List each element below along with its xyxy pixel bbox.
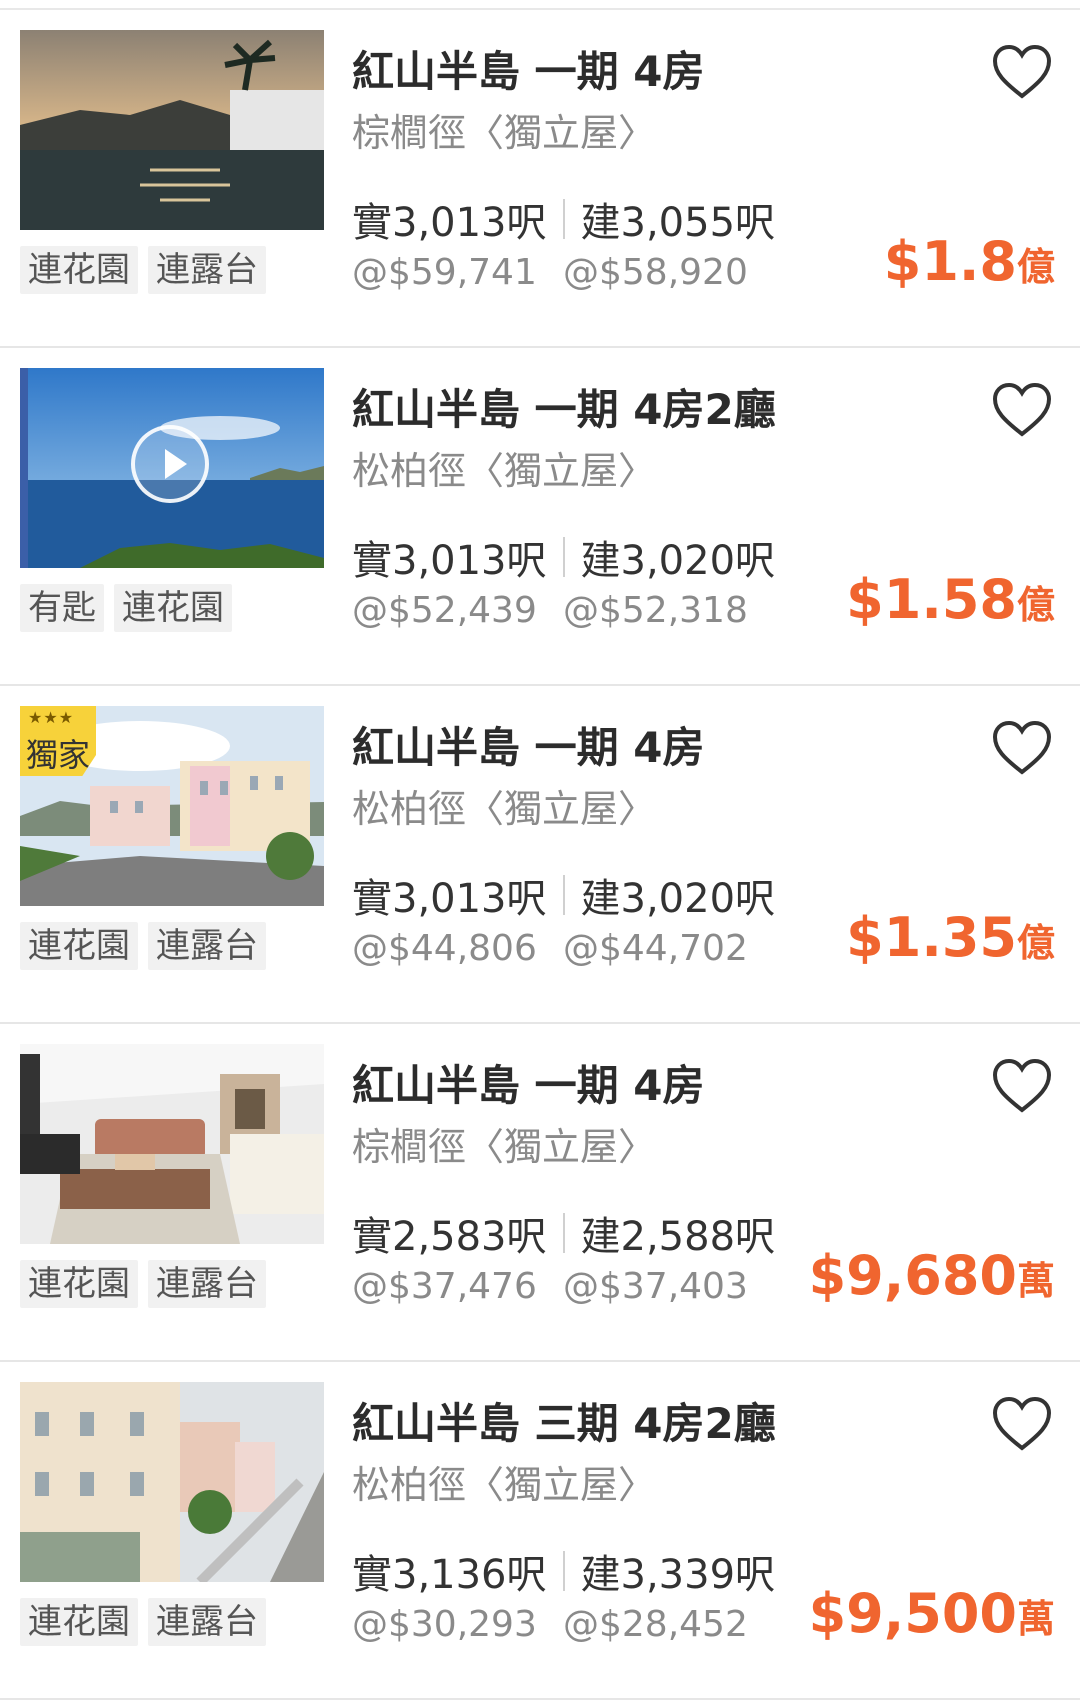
- gross-area: 建3,020呎: [580, 876, 776, 922]
- gross-price-per-ft: @$52,318: [563, 590, 748, 631]
- tag-list: 連花園 連露台: [20, 922, 266, 970]
- heart-outline-icon[interactable]: [992, 1396, 1052, 1452]
- tag: 連花園: [20, 1260, 138, 1308]
- gross-price-per-ft: @$28,452: [563, 1604, 748, 1645]
- gross-price-per-ft: @$37,403: [563, 1266, 748, 1307]
- heart-outline-icon[interactable]: [992, 382, 1052, 438]
- tag: 連花園: [20, 1598, 138, 1646]
- area-divider: [562, 1551, 565, 1591]
- saleable-area: 實3,013呎: [352, 876, 547, 922]
- price: $9,500萬: [809, 1582, 1055, 1645]
- saleable-area: 實3,136呎: [352, 1552, 547, 1598]
- listing-title[interactable]: 紅山半島 一期 4房: [352, 714, 704, 775]
- saleable-price-per-ft: @$44,806: [352, 928, 537, 969]
- tag: 連花園: [114, 584, 232, 632]
- listing-card[interactable]: 有匙 連花園 紅山半島 一期 4房2廳 松柏徑〈獨立屋〉 實3,013呎 建3,…: [0, 348, 1080, 686]
- listing-photo[interactable]: [20, 1382, 324, 1582]
- area-row: 實3,013呎 建3,055呎: [352, 190, 775, 248]
- area-row: 實3,013呎 建3,020呎: [352, 528, 775, 586]
- heart-outline-icon[interactable]: [992, 1058, 1052, 1114]
- listing-card[interactable]: 連花園 連露台 紅山半島 三期 4房2廳 松柏徑〈獨立屋〉 實3,136呎 建3…: [0, 1362, 1080, 1700]
- gross-area: 建3,055呎: [580, 200, 776, 246]
- tag: 連露台: [148, 922, 266, 970]
- price-unit: 億: [1016, 583, 1055, 627]
- price: $1.8億: [884, 230, 1055, 293]
- tag-list: 連花園 連露台: [20, 1598, 266, 1646]
- price-unit: 億: [1016, 921, 1055, 965]
- tag: 連露台: [148, 246, 266, 294]
- saleable-area: 實3,013呎: [352, 538, 547, 584]
- heart-outline-icon[interactable]: [992, 720, 1052, 776]
- tag-list: 連花園 連露台: [20, 246, 266, 294]
- area-row: 實3,136呎 建3,339呎: [352, 1542, 775, 1600]
- price-value: $1.8: [883, 230, 1017, 293]
- tag: 有匙: [20, 584, 104, 632]
- tag: 連露台: [148, 1598, 266, 1646]
- price-value: $1.58: [846, 568, 1017, 631]
- area-row: 實3,013呎 建3,020呎: [352, 866, 775, 924]
- listing-subtitle: 松柏徑〈獨立屋〉: [352, 449, 657, 493]
- price: $1.35億: [846, 906, 1055, 969]
- listing-card[interactable]: 連花園 連露台 紅山半島 一期 4房 棕櫚徑〈獨立屋〉 實3,013呎 建3,0…: [0, 10, 1080, 348]
- gross-area: 建2,588呎: [580, 1214, 776, 1260]
- saleable-price-per-ft: @$37,476: [352, 1266, 537, 1307]
- heart-outline-icon[interactable]: [992, 44, 1052, 100]
- gross-price-per-ft: @$44,702: [563, 928, 748, 969]
- price-unit: 萬: [1016, 1259, 1055, 1303]
- listing-card[interactable]: 連花園 連露台 紅山半島 一期 4房 棕櫚徑〈獨立屋〉 實2,583呎 建2,5…: [0, 1024, 1080, 1362]
- listing-title[interactable]: 紅山半島 一期 4房: [352, 1052, 704, 1113]
- price: $9,680萬: [809, 1244, 1055, 1307]
- listing-title[interactable]: 紅山半島 三期 4房2廳: [352, 1390, 776, 1451]
- area-row: 實2,583呎 建2,588呎: [352, 1204, 775, 1262]
- saleable-area: 實2,583呎: [352, 1214, 547, 1260]
- saleable-area: 實3,013呎: [352, 200, 547, 246]
- listing-title[interactable]: 紅山半島 一期 4房: [352, 38, 704, 99]
- price-unit: 億: [1016, 245, 1055, 289]
- area-divider: [562, 1213, 565, 1253]
- gross-area: 建3,020呎: [580, 538, 776, 584]
- listing-photo[interactable]: ★★★ 獨家: [20, 706, 324, 906]
- price-value: $9,680: [808, 1244, 1017, 1307]
- area-divider: [562, 537, 565, 577]
- listing-subtitle: 松柏徑〈獨立屋〉: [352, 1463, 657, 1507]
- price-unit: 萬: [1016, 1597, 1055, 1641]
- listing-photo[interactable]: [20, 1044, 324, 1244]
- area-divider: [562, 875, 565, 915]
- tag: 連花園: [20, 922, 138, 970]
- gross-price-per-ft: @$58,920: [563, 252, 748, 293]
- tag: 連露台: [148, 1260, 266, 1308]
- price: $1.58億: [846, 568, 1055, 631]
- badge-label: 獨家: [26, 736, 91, 774]
- price-value: $9,500: [808, 1582, 1017, 1645]
- listing-photo[interactable]: [20, 368, 324, 568]
- listing-subtitle: 棕櫚徑〈獨立屋〉: [352, 1125, 657, 1169]
- area-divider: [562, 199, 565, 239]
- badge-stars: ★★★: [28, 708, 75, 727]
- saleable-price-per-ft: @$30,293: [352, 1604, 537, 1645]
- gross-area: 建3,339呎: [580, 1552, 776, 1598]
- price-value: $1.35: [846, 906, 1017, 969]
- listing-title[interactable]: 紅山半島 一期 4房2廳: [352, 376, 776, 437]
- tag-list: 有匙 連花園: [20, 584, 232, 632]
- listing-card[interactable]: ★★★ 獨家 連花園 連露台 紅山半島 一期 4房 松柏徑〈獨立屋〉 實3,01…: [0, 686, 1080, 1024]
- listing-photo[interactable]: [20, 30, 324, 230]
- listing-subtitle: 松柏徑〈獨立屋〉: [352, 787, 657, 831]
- saleable-price-per-ft: @$59,741: [352, 252, 537, 293]
- saleable-price-per-ft: @$52,439: [352, 590, 537, 631]
- play-icon[interactable]: [131, 425, 209, 503]
- tag-list: 連花園 連露台: [20, 1260, 266, 1308]
- listing-subtitle: 棕櫚徑〈獨立屋〉: [352, 111, 657, 155]
- exclusive-badge: ★★★ 獨家: [20, 706, 96, 776]
- tag: 連花園: [20, 246, 138, 294]
- top-divider: [0, 0, 1080, 10]
